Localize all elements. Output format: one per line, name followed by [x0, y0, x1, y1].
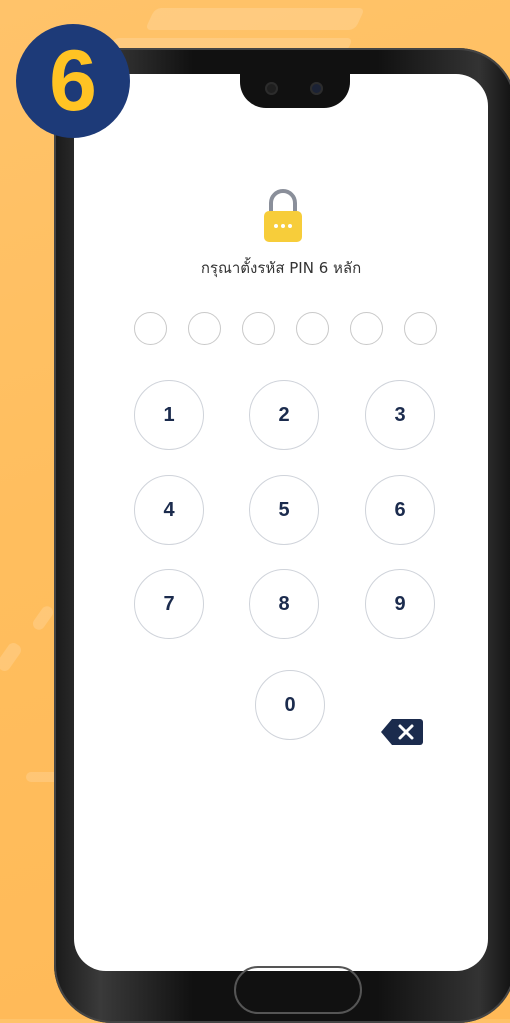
phone-frame: กรุณาตั้งรหัส PIN 6 หลัก 1 2 3 4 5 6 7 8…: [54, 48, 510, 1023]
pin-dot: [134, 312, 167, 345]
keypad-key-5[interactable]: 5: [249, 475, 319, 545]
camera-notch: [240, 74, 350, 108]
pin-dot: [296, 312, 329, 345]
keypad-key-4[interactable]: 4: [134, 475, 204, 545]
keypad-key-6[interactable]: 6: [365, 475, 435, 545]
step-badge: 6: [16, 24, 130, 138]
pin-setup-title: กรุณาตั้งรหัส PIN 6 หลัก: [200, 259, 362, 277]
keypad-key-3[interactable]: 3: [365, 380, 435, 450]
pin-dot: [350, 312, 383, 345]
keypad-key-0[interactable]: 0: [255, 670, 325, 740]
decor-stripe: [144, 8, 366, 30]
home-button[interactable]: [234, 966, 362, 1014]
pin-dot: [242, 312, 275, 345]
front-sensor: [265, 82, 278, 95]
pin-indicator: [134, 312, 438, 348]
lock-icon: [264, 189, 302, 242]
keypad-key-1[interactable]: 1: [134, 380, 204, 450]
decor-stripe: [30, 603, 56, 633]
pin-dot: [404, 312, 437, 345]
keypad-key-7[interactable]: 7: [134, 569, 204, 639]
keypad-key-2[interactable]: 2: [249, 380, 319, 450]
backspace-icon[interactable]: [380, 717, 424, 747]
decor-stripe: [0, 640, 24, 674]
step-number: 6: [49, 33, 97, 129]
keypad-key-8[interactable]: 8: [249, 569, 319, 639]
keypad-key-9[interactable]: 9: [365, 569, 435, 639]
front-camera: [310, 82, 323, 95]
phone-screen: กรุณาตั้งรหัส PIN 6 หลัก 1 2 3 4 5 6 7 8…: [74, 74, 488, 971]
pin-dot: [188, 312, 221, 345]
